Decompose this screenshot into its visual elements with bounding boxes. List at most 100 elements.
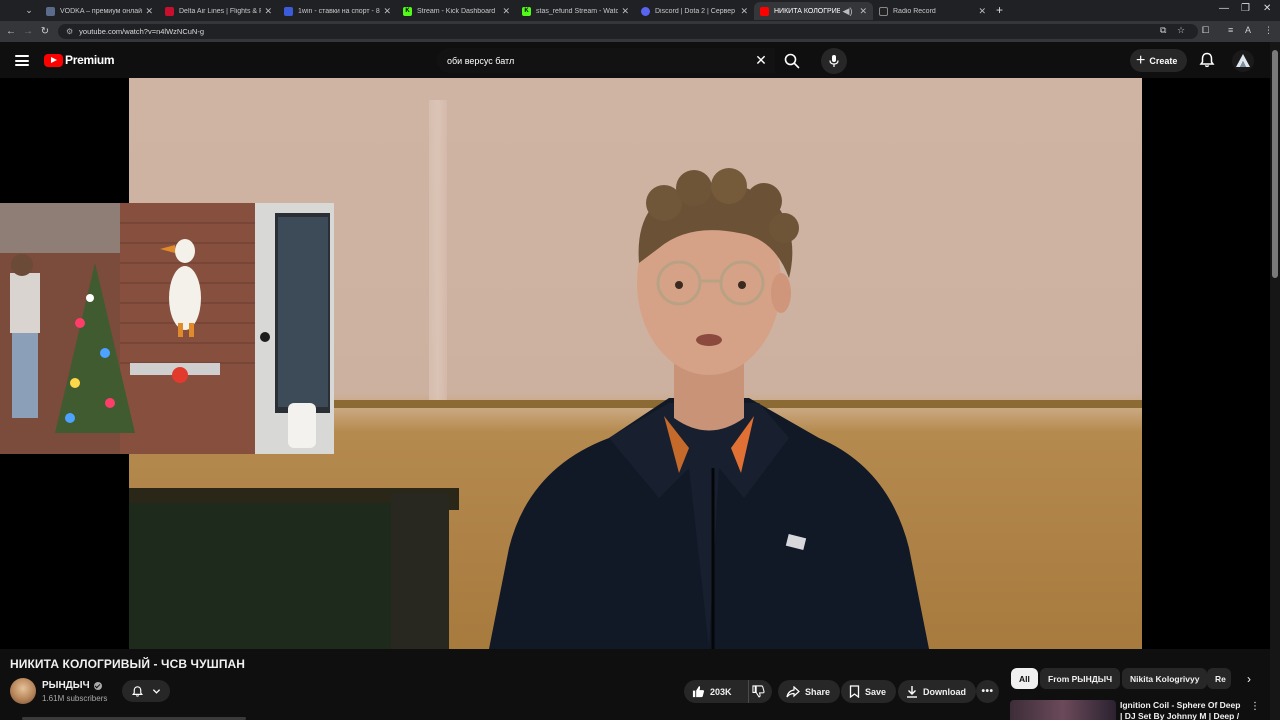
video-title: НИКИТА КОЛОГРИВЫЙ - ЧСВ ЧУШПАН — [10, 657, 246, 671]
browser-menu-icon[interactable]: ⋮ — [1264, 25, 1273, 36]
subscriber-count: 1.61M subscribers — [42, 694, 108, 703]
bookmark-star-icon[interactable]: ☆ — [1177, 25, 1185, 36]
scrollbar-thumb[interactable] — [1272, 50, 1278, 278]
voice-search-button[interactable] — [821, 48, 847, 74]
chip-truncated[interactable]: Re — [1207, 668, 1231, 689]
site-info-icon[interactable]: ⚙ — [66, 27, 73, 36]
like-button[interactable]: 203K — [692, 680, 749, 703]
thumbs-up-icon — [692, 686, 705, 698]
dislike-button[interactable] — [749, 685, 772, 698]
share-button[interactable]: Share — [778, 680, 841, 703]
chip-from-channel[interactable]: From РЫНДЫЧ — [1040, 668, 1121, 689]
menu-icon[interactable] — [15, 55, 29, 66]
audio-playing-icon[interactable]: ◀) — [843, 6, 853, 17]
close-tab-icon[interactable]: ✕ — [978, 6, 986, 17]
clear-search-icon[interactable]: ✕ — [753, 52, 769, 68]
share-arrow-icon — [786, 685, 800, 697]
like-dislike-group: 203K — [684, 680, 772, 703]
maximize-window-icon[interactable]: ❐ — [1241, 3, 1250, 14]
close-tab-icon[interactable]: ✕ — [621, 6, 629, 17]
youtube-logo[interactable]: Premium — [44, 53, 115, 67]
create-label: Create — [1149, 55, 1178, 66]
browser-tab[interactable]: K Stream - Kick Dashboard ✕ — [397, 2, 516, 20]
browser-tab-active[interactable]: НИКИТА КОЛОГРИВЫЙ - ◀) ✕ — [754, 2, 873, 20]
youtube-masthead: Premium оби версус батл ✕ + Create — [0, 42, 1270, 78]
delta-favicon-icon — [165, 6, 174, 16]
youtube-favicon-icon — [760, 6, 769, 16]
new-tab-button[interactable]: + — [996, 3, 1003, 17]
tab-title: stas_refund Stream - Watch Liv — [536, 7, 619, 15]
tab-search-icon[interactable]: ⌄ — [22, 3, 36, 17]
search-input[interactable]: оби версус батл — [437, 48, 775, 73]
more-actions-button[interactable]: ••• — [976, 680, 999, 703]
media-controls-icon[interactable]: ≡ — [1228, 25, 1233, 35]
thumbs-down-icon — [751, 685, 765, 698]
profile-icon[interactable]: A — [1245, 25, 1251, 35]
save-button[interactable]: Save — [841, 680, 897, 703]
browser-tab[interactable]: Radio Record ✕ — [873, 2, 992, 20]
logo-brand-text: Premium — [65, 53, 115, 67]
account-avatar[interactable] — [1232, 50, 1254, 72]
close-tab-icon[interactable]: ✕ — [859, 6, 867, 17]
open-in-app-icon[interactable]: ⧉ — [1160, 25, 1166, 36]
browser-tab[interactable]: 1win - ставки на спорт - 8218 ✕ — [278, 2, 397, 20]
recommendation-menu-icon[interactable]: ⋮ — [1250, 701, 1260, 712]
vodka-favicon-icon — [46, 6, 55, 16]
search-button[interactable] — [775, 48, 809, 73]
forward-arrow-icon[interactable]: → — [21, 24, 35, 38]
channel-avatar[interactable] — [10, 678, 36, 704]
webcam-overlay — [0, 203, 334, 454]
verified-check-icon — [93, 681, 102, 690]
channel-name[interactable]: РЫНДЫЧ — [42, 680, 90, 691]
channel-name-row[interactable]: РЫНДЫЧ — [42, 680, 102, 691]
recommendation-thumbnail[interactable] — [1010, 700, 1116, 720]
radio-record-favicon-icon — [879, 6, 888, 16]
browser-tab[interactable]: K stas_refund Stream - Watch Liv ✕ — [516, 2, 635, 20]
more-dots-icon: ••• — [981, 686, 994, 697]
close-tab-icon[interactable]: ✕ — [264, 6, 272, 17]
create-button[interactable]: + Create — [1130, 49, 1188, 72]
chip-all[interactable]: All — [1011, 668, 1038, 689]
kick-favicon-icon: K — [522, 6, 531, 16]
notifications-bell-icon[interactable] — [1198, 51, 1216, 69]
1win-favicon-icon — [284, 6, 293, 16]
browser-tab[interactable]: VODKA – премиум онлайн-ка ✕ — [40, 2, 159, 20]
chair — [391, 493, 449, 649]
tab-title: НИКИТА КОЛОГРИВЫЙ - — [774, 7, 840, 15]
browser-tab[interactable]: Discord | Dota 2 | Сервер е[Ц ✕ — [635, 2, 754, 20]
search-icon — [784, 53, 800, 68]
recommendation-title[interactable]: Ignition Coil - Sphere Of Deep | DJ Set … — [1120, 700, 1242, 720]
close-tab-icon[interactable]: ✕ — [502, 6, 510, 17]
url-text: youtube.com/watch?v=n4lWzNCuN-g — [79, 27, 205, 36]
save-label: Save — [865, 686, 887, 697]
tab-title: Radio Record — [893, 7, 936, 15]
reload-icon[interactable]: ↻ — [38, 24, 52, 38]
extensions-icon[interactable]: ⧠ — [1202, 25, 1209, 36]
browser-tab-strip: ⌄ VODKA – премиум онлайн-ка ✕ Delta Air … — [0, 0, 1280, 21]
bookmark-icon — [849, 685, 860, 698]
address-bar[interactable]: ⚙ youtube.com/watch?v=n4lWzNCuN-g — [58, 24, 1198, 39]
chevron-right-icon[interactable]: › — [1240, 670, 1258, 688]
page-scrollbar[interactable] — [1270, 42, 1280, 720]
minimize-window-icon[interactable]: — — [1219, 3, 1229, 14]
close-tab-icon[interactable]: ✕ — [145, 6, 153, 17]
download-button[interactable]: Download — [898, 680, 976, 703]
discord-favicon-icon — [641, 6, 650, 16]
close-window-icon[interactable]: ✕ — [1263, 3, 1271, 14]
kick-favicon-icon: K — [403, 6, 412, 16]
tab-title: Delta Air Lines | Flights & Plane — [179, 7, 262, 15]
chip-related-topic[interactable]: Nikita Kologrivyy — [1122, 668, 1208, 689]
interviewee-figure — [489, 168, 929, 649]
bell-icon — [132, 685, 143, 697]
back-arrow-icon[interactable]: ← — [4, 24, 18, 38]
tab-title: Stream - Kick Dashboard — [417, 7, 496, 15]
subscription-notifications-button[interactable] — [122, 680, 170, 702]
close-tab-icon[interactable]: ✕ — [383, 6, 391, 17]
close-tab-icon[interactable]: ✕ — [740, 6, 748, 17]
tab-title: Discord | Dota 2 | Сервер е[Ц — [655, 7, 737, 15]
youtube-play-icon — [44, 53, 63, 67]
like-count: 203K — [710, 686, 732, 697]
video-player[interactable] — [0, 78, 1270, 649]
account-logo-icon — [1236, 54, 1250, 67]
browser-tab[interactable]: Delta Air Lines | Flights & Plane ✕ — [159, 2, 278, 20]
